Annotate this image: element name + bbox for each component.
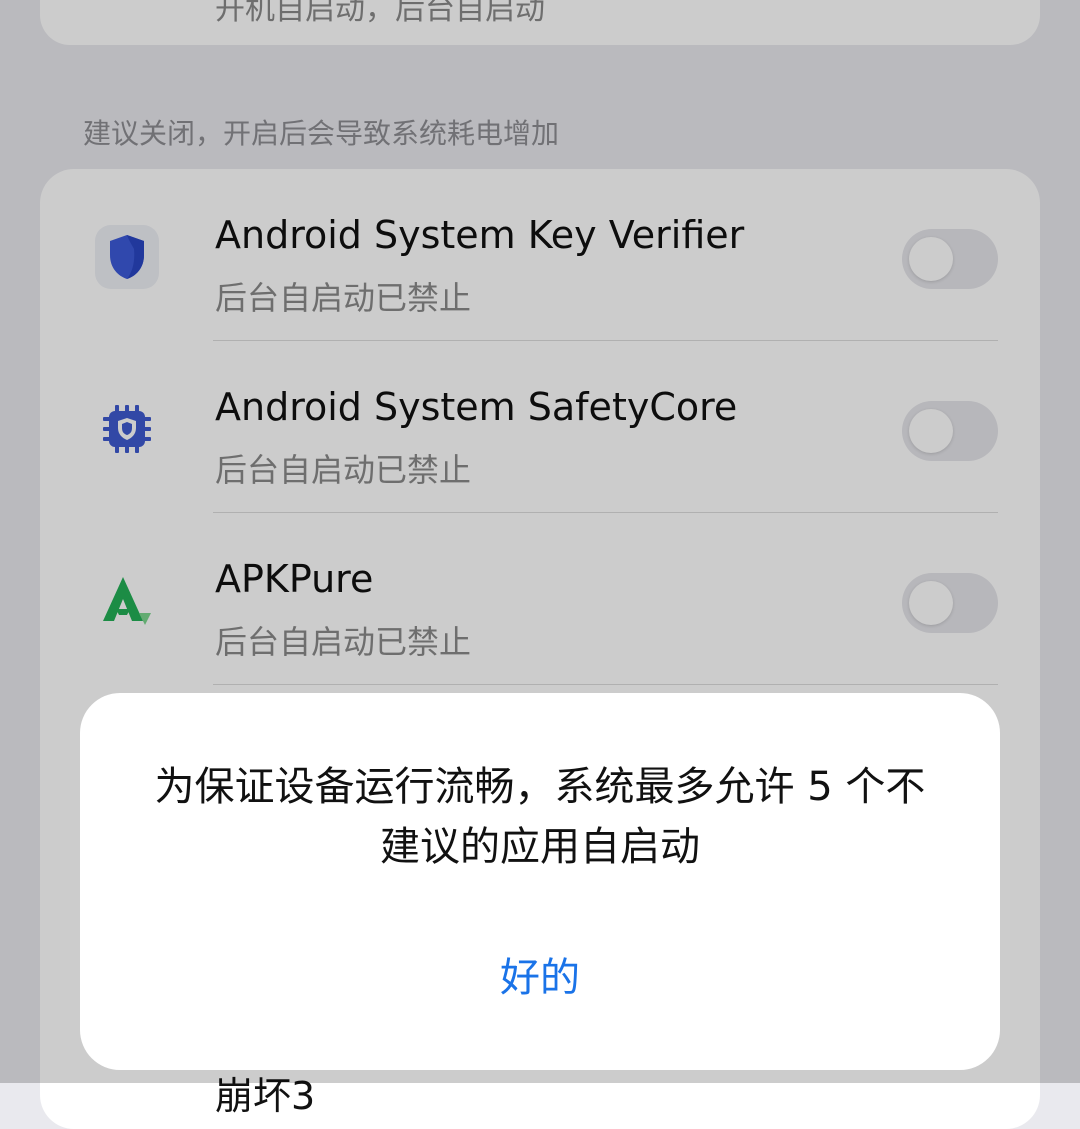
limit-dialog: 为保证设备运行流畅，系统最多允许 5 个不建议的应用自启动 好的 [80,693,1000,1070]
ok-button[interactable]: 好的 [440,943,640,1013]
dialog-message: 为保证设备运行流畅，系统最多允许 5 个不建议的应用自启动 [154,764,926,870]
